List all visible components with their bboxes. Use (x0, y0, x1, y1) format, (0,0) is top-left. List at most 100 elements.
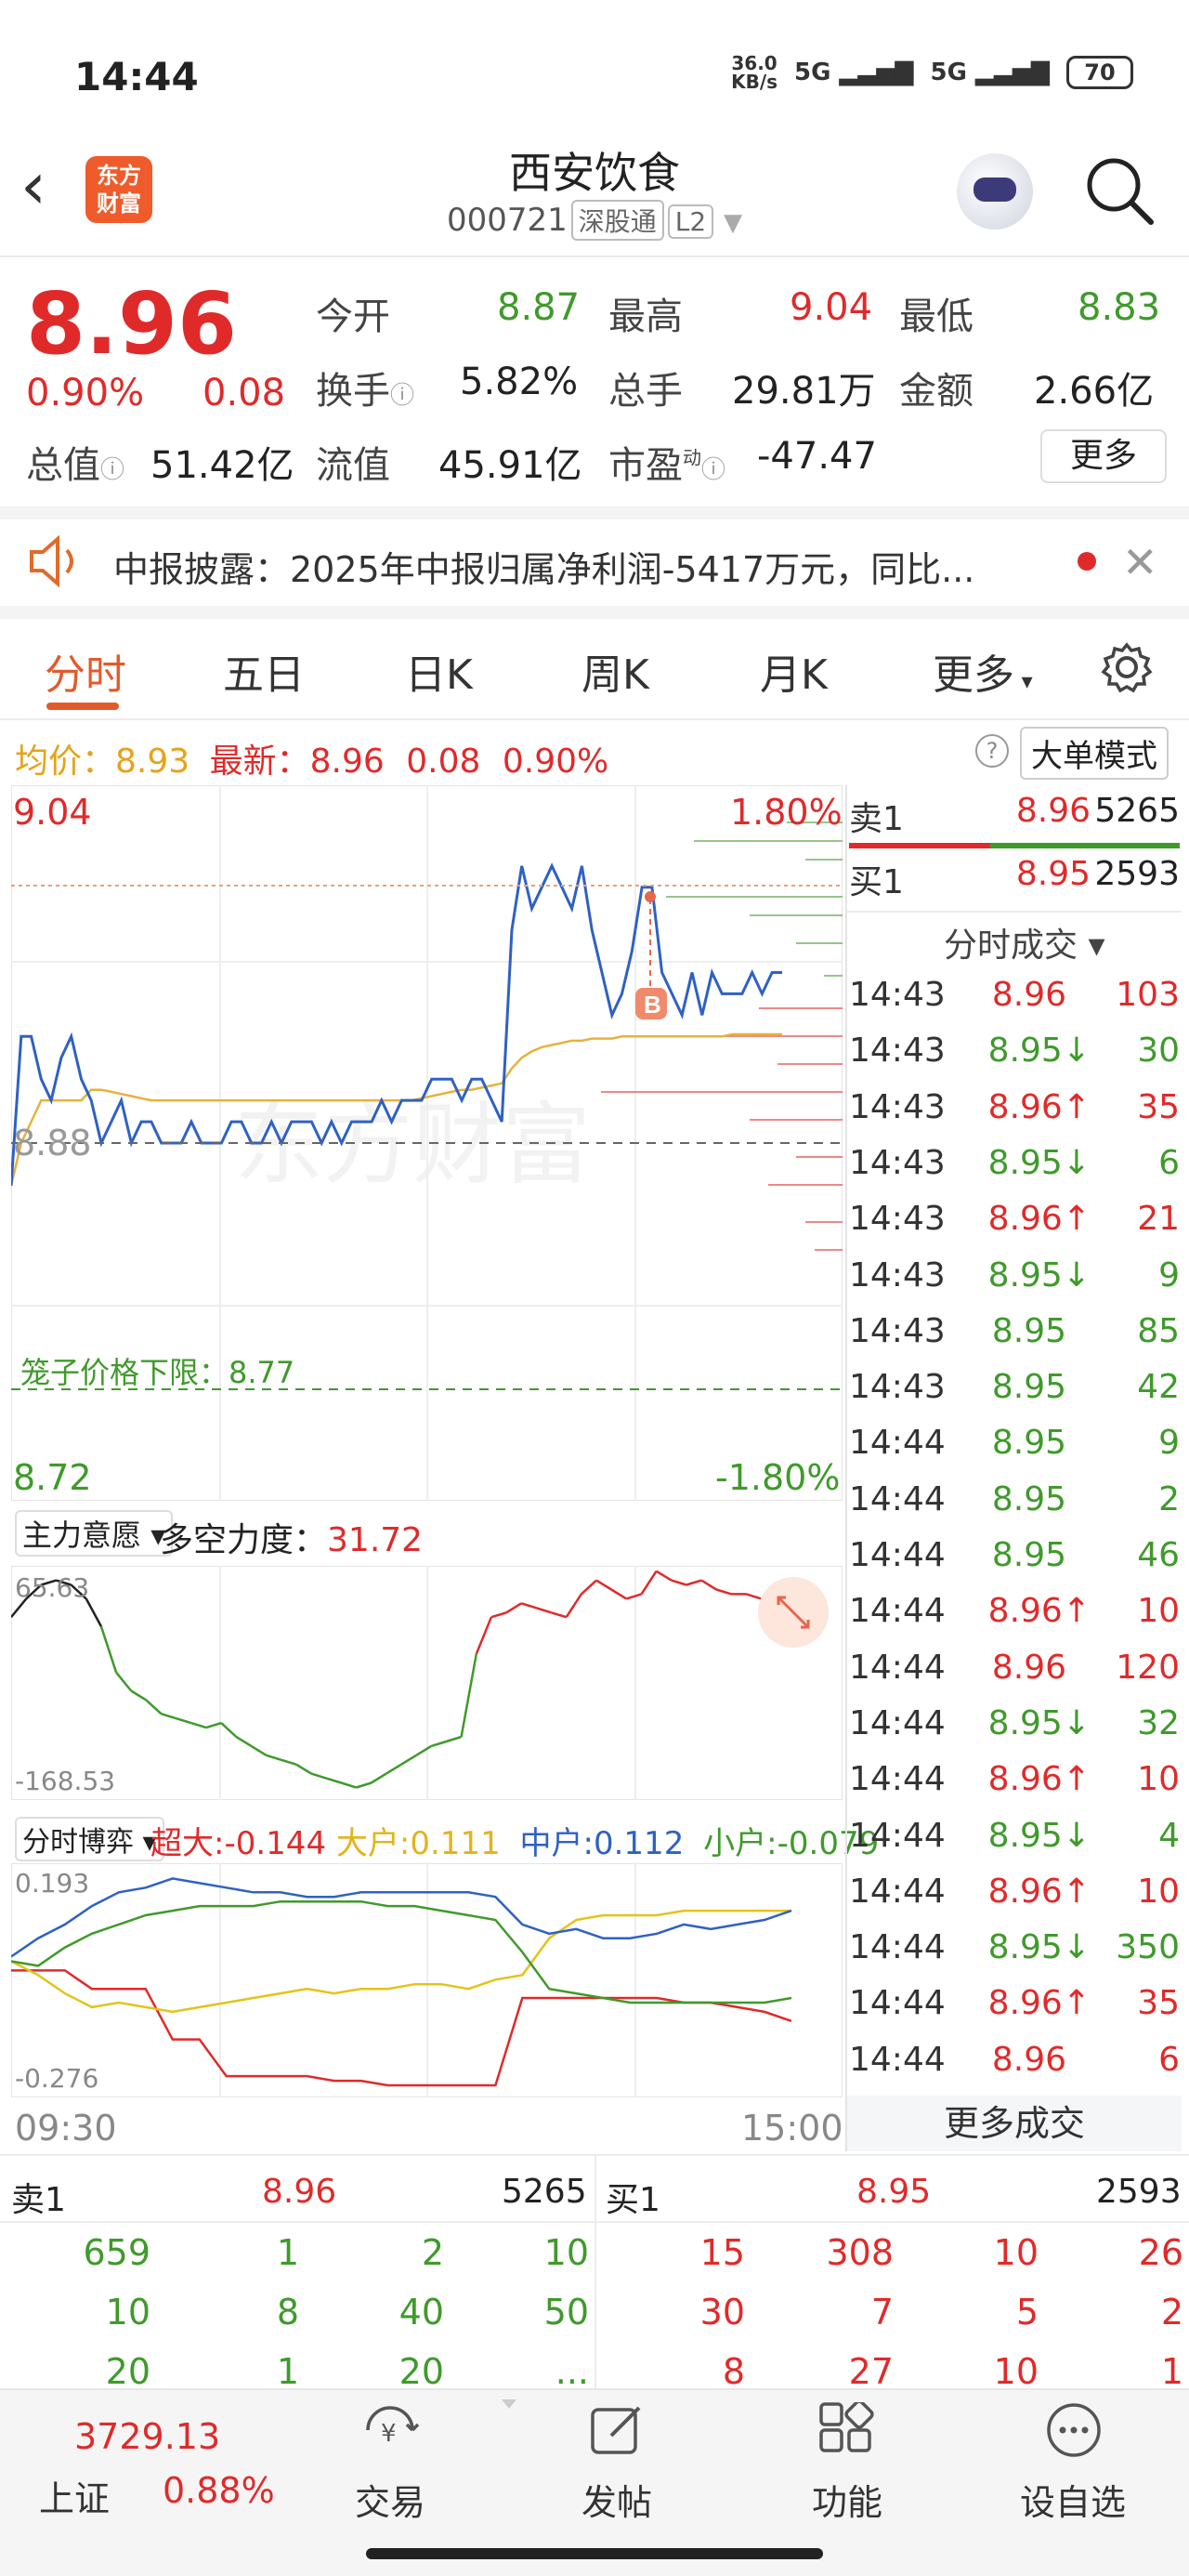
orderbook-sell-cell: 1 (276, 2351, 299, 2392)
post-icon[interactable] (589, 2402, 648, 2458)
signal-5g-1-icon: 5G ▂▃▅▇ (794, 59, 914, 86)
trade-section-title[interactable]: 分时成交 ▾ (944, 918, 1105, 966)
more-quote-button[interactable]: 更多 (1040, 429, 1167, 483)
pe-label-text: 市盈 (608, 444, 683, 487)
trade-volume: 120 (1116, 1648, 1180, 1687)
orderbook-buy-cell: 308 (826, 2232, 894, 2273)
trade-price: 8.96↑ (987, 1872, 1091, 1911)
trade-volume: 2 (1158, 1479, 1180, 1518)
float-label: 流值 (316, 444, 390, 487)
fund-flow-chart[interactable] (11, 1863, 843, 2097)
main-force-segment (490, 1611, 507, 1619)
net-speed: 36.0 KB/s (731, 54, 777, 91)
trade-price: 8.96↑ (987, 1984, 1091, 2023)
nav-trade[interactable]: 交易 (344, 2474, 437, 2525)
tab-more[interactable]: 更多 ▾ (933, 641, 1033, 701)
index-pct[interactable]: 0.88% (163, 2470, 275, 2511)
trade-volume: 35 (1137, 1984, 1180, 2023)
intraday-price-chart[interactable]: 东方财富 B (11, 785, 843, 1501)
nav-add-watchlist[interactable]: 设自选 (1013, 2474, 1133, 2525)
svg-text:B: B (644, 991, 661, 1019)
main-force-segment (520, 1602, 537, 1610)
pe-value: -47.47 (757, 435, 877, 478)
trade-time: 14:43 (849, 976, 946, 1014)
gear-icon[interactable] (1101, 641, 1153, 693)
orderbook-sell-cell: 10 (543, 2232, 589, 2273)
orderbook-buy-cell: 8 (722, 2351, 745, 2392)
ob-sell-vol: 5265 (502, 2173, 587, 2211)
index-value[interactable]: 3729.13 (74, 2416, 220, 2457)
main-force-segment (235, 1735, 253, 1747)
tab-monthly-k[interactable]: 月K (760, 641, 828, 701)
trade-time: 14:43 (849, 1087, 946, 1126)
mktcap-value: 51.42亿 (150, 444, 294, 487)
trade-time: 14:43 (849, 1368, 946, 1407)
nav-post[interactable]: 发帖 (570, 2474, 663, 2525)
amount-value: 2.66亿 (1034, 370, 1155, 413)
indicator-selector[interactable]: 主力意愿 ▾ (15, 1510, 174, 1557)
ind-max-label: 65.63 (15, 1572, 90, 1603)
trade-row: 14:44 8.95↓ 350 (847, 1928, 1182, 1984)
sell1-label: 卖1 (849, 800, 904, 838)
more-dots-icon[interactable] (1044, 2402, 1104, 2458)
nav-function[interactable]: 功能 (801, 2474, 894, 2525)
trade-time: 14:44 (849, 1648, 946, 1687)
big-order-mode-button[interactable]: 大单模式 (1020, 727, 1169, 780)
more-trades-button[interactable]: 更多成交 (847, 2096, 1182, 2151)
trade-price: 8.95↓ (987, 1703, 1091, 1742)
legend-mid-value: 0.112 (593, 1825, 685, 1862)
notice-text[interactable]: 中报披露：2025年中报归属净利润-5417万元，同比... (113, 541, 974, 592)
status-time: 14:44 (74, 54, 199, 99)
trade-price: 8.95 (991, 1424, 1066, 1463)
net2-label: 5G (930, 59, 967, 86)
trade-time: 14:43 (849, 1255, 946, 1295)
info-icon[interactable]: ⓘ (390, 382, 414, 410)
game-selector[interactable]: 分时博弈 ▾ (15, 1817, 164, 1861)
main-force-segment (565, 1593, 582, 1618)
tab-5day[interactable]: 五日 (223, 641, 305, 701)
main-force-segment (295, 1763, 312, 1775)
function-icon[interactable] (817, 2402, 877, 2458)
net1-label: 5G (794, 59, 831, 86)
close-icon[interactable]: ✕ (1122, 537, 1158, 587)
trade-row: 14:43 8.95↓ 6 (847, 1144, 1182, 1200)
main-force-segment (176, 1717, 192, 1725)
orderbook-buy-cell: 1 (1160, 2351, 1183, 2392)
signal-5g-2-icon: 5G ▂▃▅▇ (930, 59, 1050, 86)
buy1-label: 买1 (849, 863, 904, 901)
orderbook-buy-cell: 10 (993, 2351, 1039, 2392)
main-force-segment (400, 1754, 417, 1766)
main-force-segment (145, 1699, 163, 1715)
legend-small-label: 小户: (703, 1825, 777, 1862)
orderbook-sell-cell: 659 (83, 2232, 150, 2273)
dropdown-icon[interactable]: ▼ (724, 209, 742, 237)
trade-price: 8.96 (991, 1648, 1066, 1687)
trade-volume: 350 (1116, 1928, 1180, 1967)
main-force-segment (190, 1721, 207, 1729)
index-name[interactable]: 上证 (39, 2470, 110, 2521)
high-value: 9.04 (790, 286, 873, 329)
assistant-robot-icon[interactable] (957, 153, 1033, 230)
home-indicator (366, 2548, 823, 2559)
main-force-segment (115, 1671, 133, 1692)
main-force-segment (356, 1781, 372, 1789)
price-mid-label: 8.88 (13, 1123, 92, 1163)
main-force-segment (640, 1571, 658, 1596)
tab-daily-k[interactable]: 日K (405, 641, 473, 701)
trade-price: 8.96 (991, 2040, 1066, 2079)
info-icon[interactable]: ⓘ (100, 456, 124, 484)
tab-weekly-k[interactable]: 周K (581, 641, 649, 701)
info-icon[interactable]: ⓘ (701, 456, 725, 484)
main-force-segment (325, 1777, 342, 1784)
open-value: 8.87 (497, 286, 581, 329)
collapse-handle-icon[interactable] (502, 2399, 516, 2409)
trade-volume: 9 (1158, 1255, 1180, 1295)
tab-intraday[interactable]: 分时 (45, 641, 126, 701)
main-force-chart[interactable] (11, 1566, 843, 1800)
volume-value: 29.81万 (732, 370, 876, 413)
search-icon[interactable] (1082, 153, 1156, 228)
trade-icon[interactable]: ¥ (359, 2402, 424, 2458)
trade-row: 14:43 8.96↑ 21 (847, 1200, 1182, 1255)
game-min-label: -0.276 (15, 2063, 99, 2094)
help-icon[interactable]: ? (975, 734, 1009, 768)
